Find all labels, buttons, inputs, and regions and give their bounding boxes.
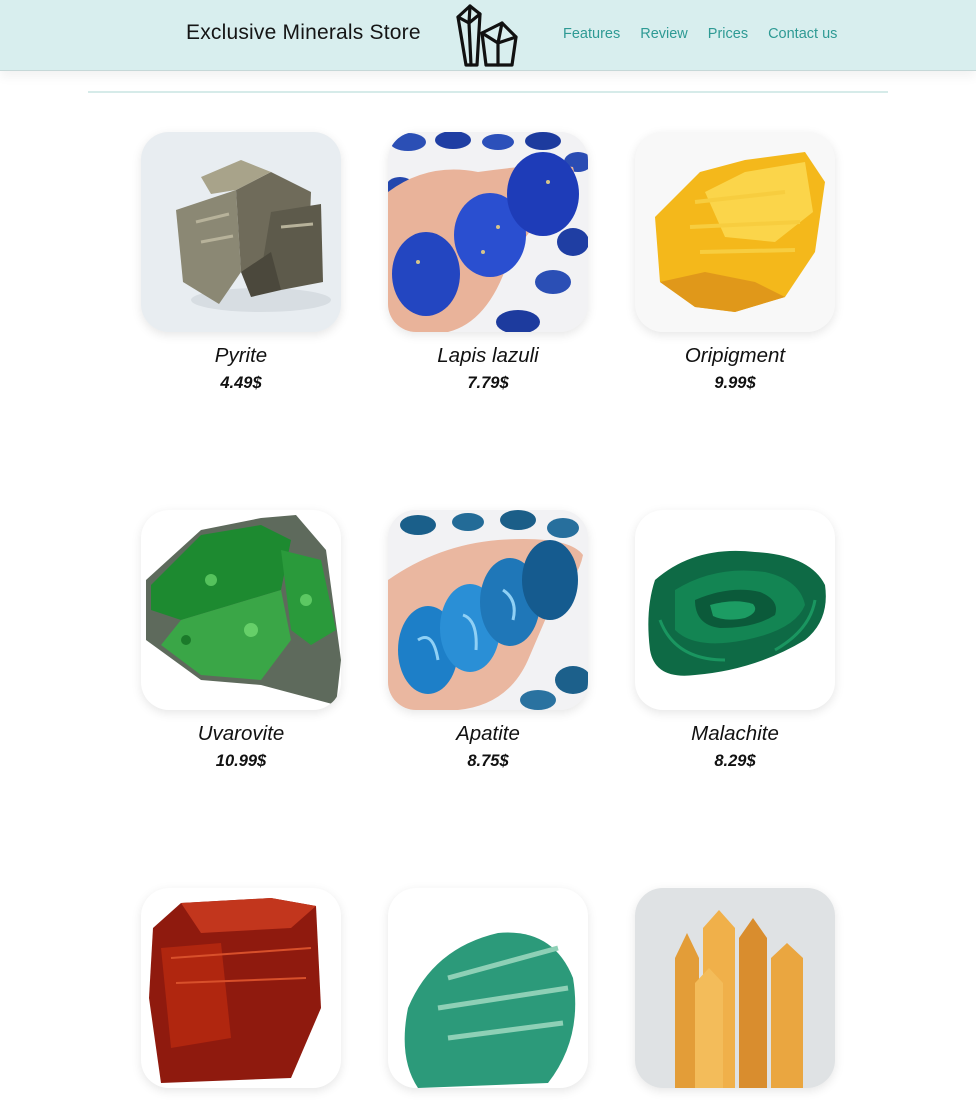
uvarovite-image[interactable] [141,510,341,710]
product-price: 8.29$ [714,752,756,770]
product-price: 9.99$ [714,374,756,392]
oripigment-image[interactable] [635,132,835,332]
product-name: Lapis lazuli [437,344,539,367]
green-stone-image[interactable] [388,888,588,1088]
red-crystal-image[interactable] [141,888,341,1088]
product-name: Pyrite [214,344,268,367]
product-card[interactable] [141,888,341,1100]
product-grid: Pyrite 4.49$ Lapis lazuli 7.79$ Oripigme… [141,132,835,1100]
pyrite-image[interactable] [141,132,341,332]
crystals-logo-icon[interactable] [454,3,520,69]
main-nav: Features Review Prices Contact us [563,26,837,42]
site-header: Exclusive Minerals Store Features Review… [0,0,976,71]
product-card[interactable]: Apatite 8.75$ [388,510,588,771]
nav-review[interactable]: Review [640,26,688,42]
store-title[interactable]: Exclusive Minerals Store [186,21,421,45]
product-name: Malachite [691,722,779,745]
apatite-image[interactable] [388,510,588,710]
product-card[interactable]: Malachite 8.29$ [635,510,835,771]
product-card[interactable] [388,888,588,1100]
malachite-image[interactable] [635,510,835,710]
product-name: Apatite [456,722,520,745]
product-card[interactable]: Lapis lazuli 7.79$ [388,132,588,393]
product-price: 10.99$ [215,752,267,770]
section-divider [88,91,888,93]
product-price: 4.49$ [220,374,262,392]
product-card[interactable]: Pyrite 4.49$ [141,132,341,393]
product-price: 8.75$ [467,752,509,770]
product-card[interactable] [635,888,835,1100]
orange-points-image[interactable] [635,888,835,1088]
nav-contact-us[interactable]: Contact us [768,26,837,42]
product-name: Oripigment [684,344,786,367]
product-price: 7.79$ [467,374,509,392]
product-card[interactable]: Uvarovite 10.99$ [141,510,341,771]
lapis-lazuli-image[interactable] [388,132,588,332]
nav-prices[interactable]: Prices [708,26,748,42]
product-name: Uvarovite [197,722,285,745]
nav-features[interactable]: Features [563,26,620,42]
product-card[interactable]: Oripigment 9.99$ [635,132,835,393]
